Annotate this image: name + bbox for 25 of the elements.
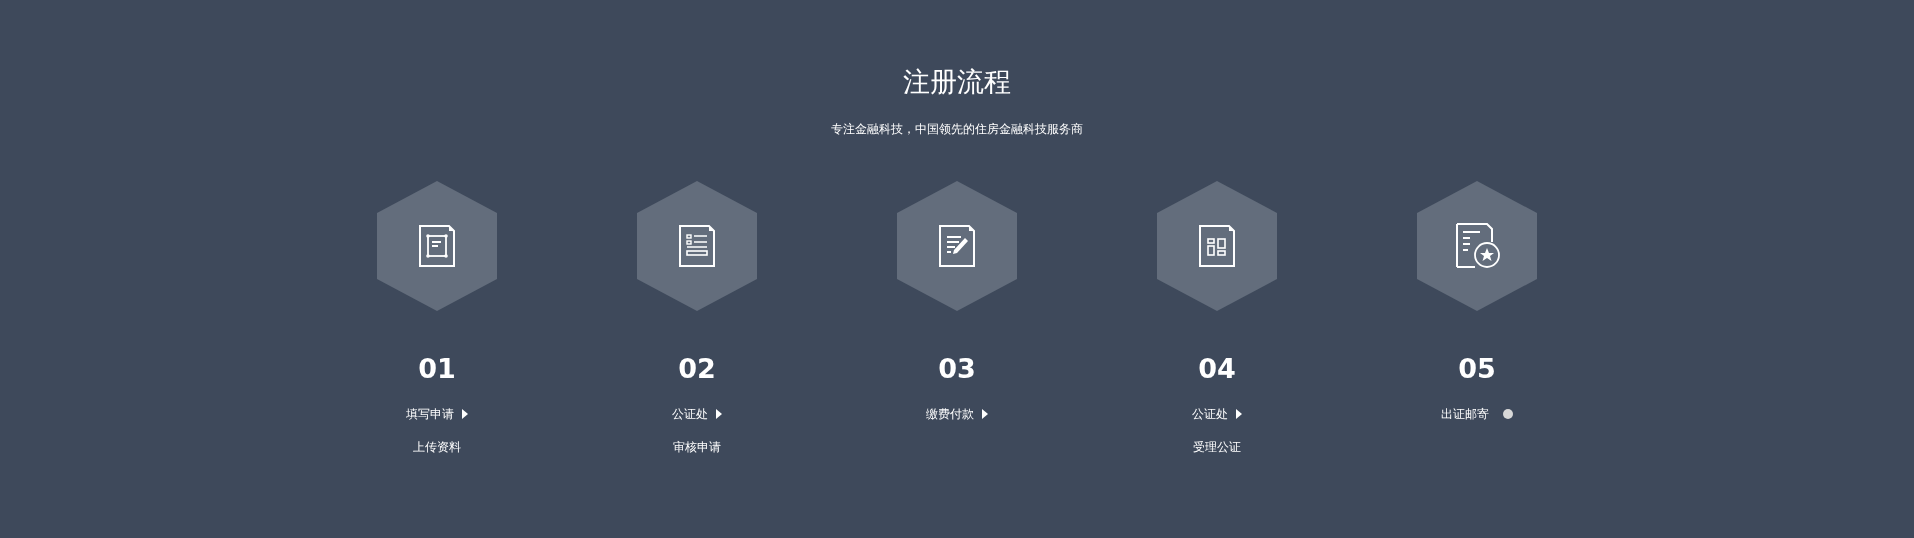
edit-document-icon — [939, 225, 975, 267]
caret-icon — [982, 409, 988, 419]
step-label: 公证处 — [672, 406, 708, 423]
step-label: 填写申请 — [406, 406, 454, 423]
step-label: 公证处 — [1192, 406, 1228, 423]
frame-document-icon — [419, 225, 455, 267]
step-detail: 受理公证 — [1193, 439, 1241, 456]
step-number: 01 — [418, 355, 456, 382]
section-subtitle: 专注金融科技，中国领先的住房金融科技服务商 — [831, 121, 1083, 138]
list-document-icon — [679, 225, 715, 267]
step-number: 02 — [678, 355, 716, 382]
step-label: 出证邮寄 — [1441, 406, 1489, 423]
step-label: 缴费付款 — [926, 406, 974, 423]
step-number: 03 — [938, 355, 976, 382]
caret-icon — [1236, 409, 1242, 419]
caret-icon — [462, 409, 468, 419]
section-title: 注册流程 — [903, 68, 1011, 95]
dot-icon — [1503, 409, 1513, 419]
certificate-document-icon — [1456, 223, 1500, 268]
step-number: 05 — [1458, 355, 1496, 382]
caret-icon — [716, 409, 722, 419]
step-detail: 上传资料 — [413, 439, 461, 456]
step-detail: 审核申请 — [673, 439, 721, 456]
layout-document-icon — [1199, 225, 1235, 267]
step-number: 04 — [1198, 355, 1236, 382]
